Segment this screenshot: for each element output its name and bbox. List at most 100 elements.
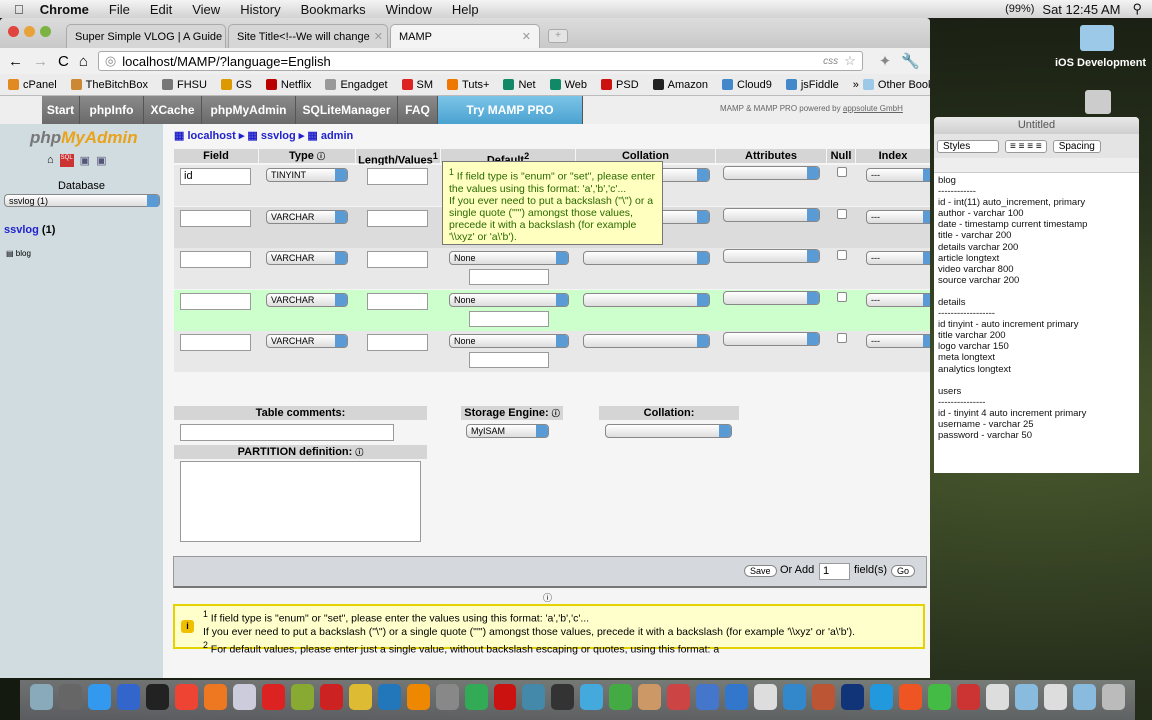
spacing-select[interactable]: Spacing	[1052, 139, 1101, 153]
styles-select[interactable]: Styles	[937, 139, 999, 153]
attributes-select[interactable]	[723, 290, 820, 305]
bookmark-engadget[interactable]: Engadget	[325, 79, 388, 91]
dock-app-icon[interactable]	[928, 684, 951, 710]
dock-app-icon[interactable]	[522, 684, 546, 710]
menu-edit[interactable]: Edit	[150, 2, 172, 17]
home-icon[interactable]: ⌂	[47, 154, 54, 167]
index-select[interactable]: ---	[866, 292, 930, 307]
dock-app-icon[interactable]	[1014, 684, 1038, 710]
dock-app-icon[interactable]	[609, 684, 633, 710]
dock-app-icon[interactable]	[290, 684, 314, 710]
dock-app-icon[interactable]	[174, 684, 198, 710]
bookmark-net[interactable]: Net	[503, 79, 536, 91]
collation-select[interactable]	[583, 334, 710, 348]
default-select[interactable]: None	[449, 292, 569, 307]
dock-app-icon[interactable]	[1101, 684, 1125, 710]
dock-app-icon[interactable]	[261, 684, 285, 710]
reload-icon[interactable]: C	[58, 53, 69, 70]
database-select[interactable]: ssvlog (1)	[4, 194, 160, 207]
dock-app-icon[interactable]	[1043, 684, 1067, 710]
dock-app-icon[interactable]	[870, 684, 894, 710]
menu-file[interactable]: File	[109, 2, 130, 17]
go-button[interactable]: Go	[891, 565, 916, 577]
close-window-button[interactable]	[8, 26, 19, 37]
attributes-select[interactable]	[723, 332, 820, 346]
storage-engine-select[interactable]: MyISAM	[466, 424, 549, 438]
dock-app-icon[interactable]	[985, 684, 1009, 710]
tab-vlog[interactable]: Super Simple VLOG | A Guide✕	[66, 24, 226, 48]
menu-bookmarks[interactable]: Bookmarks	[301, 2, 366, 17]
dock-app-icon[interactable]	[145, 684, 169, 710]
type-select[interactable]: VARCHAR	[266, 292, 348, 307]
dock-app-icon[interactable]	[232, 684, 256, 710]
add-fields-count[interactable]: 1	[819, 563, 850, 580]
chevron-icon[interactable]: »	[853, 79, 859, 91]
dock-app-icon[interactable]	[116, 684, 140, 710]
nav-faq[interactable]: FAQ	[398, 96, 438, 124]
desktop-folder-label[interactable]: iOS Development	[1055, 57, 1146, 69]
bookmark-netflix[interactable]: Netflix	[265, 79, 311, 91]
docs-icon[interactable]: ▣	[80, 154, 90, 167]
field-name-input[interactable]: id	[180, 168, 251, 185]
attributes-select[interactable]	[723, 249, 820, 263]
dock-app-icon[interactable]	[667, 684, 691, 710]
folder-icon[interactable]	[1080, 25, 1114, 51]
bookmark-web[interactable]: Web	[549, 79, 587, 91]
clock[interactable]: Sat 12:45 AM	[1042, 2, 1120, 17]
minimize-window-button[interactable]	[24, 26, 35, 37]
menu-view[interactable]: View	[192, 2, 220, 17]
index-select[interactable]: ---	[866, 168, 930, 182]
nav-xcache[interactable]: XCache	[144, 96, 202, 124]
battery-status[interactable]: (99%)	[1005, 3, 1034, 15]
type-select[interactable]: VARCHAR	[266, 334, 348, 348]
null-checkbox[interactable]	[837, 333, 847, 343]
default-select[interactable]: None	[449, 251, 569, 265]
new-tab-button[interactable]: +	[548, 29, 568, 43]
collation-select[interactable]	[605, 424, 732, 438]
field-name-input[interactable]	[180, 209, 251, 227]
breadcrumb-database[interactable]: ssvlog	[261, 130, 296, 142]
dock-app-icon[interactable]	[812, 684, 836, 710]
dock-app-icon[interactable]	[406, 684, 430, 710]
tab-site-title[interactable]: Site Title<!--We will change ✕	[228, 24, 388, 48]
close-tab-icon[interactable]: ✕	[374, 30, 383, 43]
null-checkbox[interactable]	[837, 291, 847, 302]
wrench-icon[interactable]: 🔧	[901, 52, 920, 70]
menu-help[interactable]: Help	[452, 2, 479, 17]
dock-app-icon[interactable]	[319, 684, 343, 710]
type-select[interactable]: VARCHAR	[266, 209, 348, 224]
dock-app-icon[interactable]	[841, 684, 865, 710]
field-name-input[interactable]	[180, 334, 251, 351]
dock-app-icon[interactable]	[580, 684, 604, 710]
length-input[interactable]	[367, 209, 428, 227]
appsolute-link[interactable]: appsolute GmbH	[843, 104, 903, 113]
bookmark-thebitchbox[interactable]: TheBitchBox	[70, 79, 148, 91]
collation-select[interactable]	[583, 251, 710, 265]
bookmark-tuts[interactable]: Tuts+	[447, 79, 489, 91]
textedit-document[interactable]: blog ------------ id - int(11) auto_increm…	[934, 173, 1139, 443]
bookmark-amazon[interactable]: Amazon	[652, 79, 708, 91]
bookmark-jsfiddle[interactable]: jsFiddle	[785, 79, 839, 91]
alignment-buttons[interactable]: ≡ ≡ ≡ ≡	[1005, 139, 1047, 153]
spotlight-icon[interactable]: ⚲	[1132, 1, 1142, 17]
null-checkbox[interactable]	[837, 167, 847, 177]
try-mamp-pro-button[interactable]: Try MAMP PRO	[438, 96, 583, 124]
dock-app-icon[interactable]	[377, 684, 401, 710]
apple-icon[interactable]: 	[14, 2, 24, 17]
close-tab-icon[interactable]: ✕	[522, 30, 531, 43]
extension-icon[interactable]: ✦	[879, 52, 892, 70]
nav-sqlitemanager[interactable]: SQLiteManager	[296, 96, 398, 124]
bookmark-cloud9[interactable]: Cloud9	[722, 79, 772, 91]
collation-select[interactable]	[583, 292, 710, 307]
dock-app-icon[interactable]	[464, 684, 488, 710]
dock-app-icon[interactable]	[348, 684, 372, 710]
index-select[interactable]: ---	[866, 251, 930, 265]
index-select[interactable]: ---	[866, 334, 930, 348]
dock-app-icon[interactable]	[725, 684, 749, 710]
field-name-input[interactable]	[180, 251, 251, 268]
dock-app-icon[interactable]	[551, 684, 575, 710]
help-icon[interactable]: ⓘ	[543, 591, 552, 604]
dock-app-icon[interactable]	[754, 684, 778, 710]
zoom-window-button[interactable]	[40, 26, 51, 37]
menu-app[interactable]: Chrome	[40, 2, 89, 17]
